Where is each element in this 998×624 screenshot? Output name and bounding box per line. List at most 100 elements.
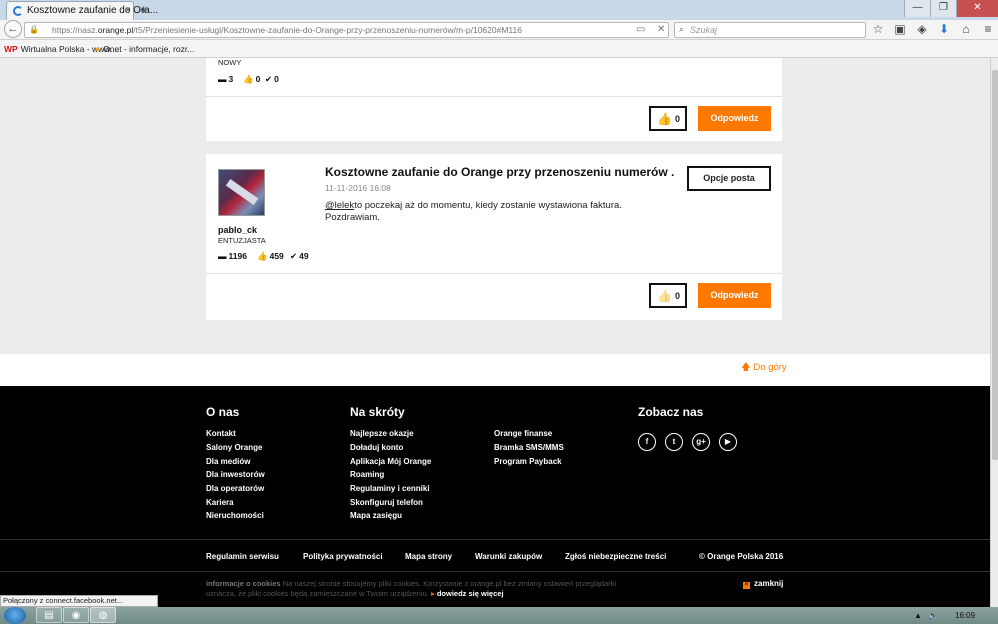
footer-link[interactable]: Aplikacja Mój Orange [350, 457, 431, 466]
legal-link[interactable]: Mapa strony [405, 552, 452, 561]
taskbar-chrome-icon[interactable]: ◉ [63, 607, 89, 623]
avatar[interactable] [218, 169, 265, 216]
tab-title: Kosztowne zaufanie do Ora... [27, 5, 159, 16]
page-scrollbar[interactable] [990, 58, 998, 607]
check-icon: ✔ [290, 251, 298, 261]
footer-divider [0, 571, 990, 572]
footer-link[interactable]: Program Payback [494, 457, 562, 466]
arrow-up-icon: 🡅 [741, 362, 751, 373]
legal-link[interactable]: Warunki zakupów [475, 552, 542, 561]
menu-icon[interactable]: ≡ [981, 22, 995, 36]
post-card-2: pablo_ck ENTUZJASTA ▬ 1196 👍 459 ✔ 49 Koszt… [206, 154, 782, 320]
downloads-icon[interactable]: ⬇ [937, 22, 951, 36]
search-bar[interactable]: ⌕ Szukaj [674, 22, 866, 38]
footer-heading-zobacz-nas: Zobacz nas [638, 405, 704, 419]
cookie-notice: informacje o cookies Na naszej stronie s… [206, 579, 616, 599]
footer-link[interactable]: Orange finanse [494, 429, 552, 438]
bookmarks-bar: WP Wirtualna Polska - www.... ● Onet - inf… [0, 40, 998, 58]
google-plus-icon[interactable]: g+ [692, 433, 710, 451]
address-bar[interactable]: 🔒 https://nasz.orange.pl/t5/Przeniesieni… [24, 22, 669, 38]
tray-arrow-icon[interactable]: ▲ [914, 611, 922, 620]
new-tab-button[interactable]: + [140, 2, 148, 17]
footer-link[interactable]: Kontakt [206, 429, 236, 438]
taskbar-firefox-icon[interactable]: ◍ [90, 607, 116, 623]
footer-link[interactable]: Doładuj konto [350, 443, 403, 452]
minimize-button[interactable]: — [904, 0, 930, 17]
user-mention-link[interactable]: @lelek [325, 200, 354, 211]
footer-link[interactable]: Regulaminy i cenniki [350, 484, 430, 493]
solutions-count: ✔ 49 [290, 251, 309, 261]
author-name[interactable]: pablo_ck [218, 225, 257, 235]
url-clear-icon[interactable]: ✕ [657, 24, 665, 35]
post-options-button[interactable]: Opcje posta [687, 166, 771, 191]
start-button[interactable] [4, 607, 26, 624]
bookmarks-menu-icon[interactable]: ▣ [893, 22, 907, 36]
back-to-top-link[interactable]: 🡅 Do góry [741, 360, 787, 376]
footer-link[interactable]: Bramka SMS/MMS [494, 443, 564, 452]
footer-link[interactable]: Kariera [206, 498, 234, 507]
taskbar-explorer-icon[interactable]: ▤ [36, 607, 62, 623]
reply-button[interactable]: Odpowiedz [698, 283, 771, 308]
post-body-line2: Pozdrawiam. [325, 212, 380, 223]
likes-count: 👍 459 [257, 251, 284, 261]
loading-icon [13, 6, 23, 16]
comment-icon: ▬ [218, 74, 227, 84]
cookie-more-link[interactable]: dowiedz się więcej [437, 589, 504, 598]
author-rank: NOWY [218, 58, 242, 67]
scrollbar-thumb[interactable] [992, 70, 998, 460]
status-bar: Połączony z connect.facebook.net... [0, 595, 158, 607]
footer-heading-na-skroty: Na skróty [350, 405, 405, 419]
cookie-title: informacje o cookies [206, 579, 281, 588]
footer-link[interactable]: Skonfiguruj telefon [350, 498, 423, 507]
post-body: @lelekto poczekaj aż do momentu, kiedy z… [325, 200, 622, 211]
kudos-button[interactable]: 👍 0 [649, 106, 687, 131]
footer-link[interactable]: Roaming [350, 470, 384, 479]
footer-link[interactable]: Dla mediów [206, 457, 250, 466]
thumb-icon: 👍 [243, 74, 254, 84]
footer-link[interactable]: Dla operatorów [206, 484, 264, 493]
browser-tab[interactable]: Kosztowne zaufanie do Ora... × [6, 1, 158, 20]
copyright: © Orange Polska 2016 [699, 552, 784, 561]
window-close-button[interactable]: ✕ [956, 0, 998, 17]
likes-count: 👍 0 [243, 74, 261, 84]
kudos-button[interactable]: 👍 0 [649, 283, 687, 308]
post-date: 11-11-2016 16:08 [325, 183, 391, 193]
bookmark-star-icon[interactable]: ☆ [871, 22, 885, 36]
footer-link[interactable]: Salony Orange [206, 443, 262, 452]
footer-link[interactable]: Dla inwestorów [206, 470, 265, 479]
reader-view-icon[interactable]: ▭ [636, 24, 645, 35]
system-tray: ▲ 🔈 16:09 [898, 607, 998, 624]
legal-link[interactable]: Polityka prywatności [303, 552, 383, 561]
footer-link[interactable]: Nieruchomości [206, 511, 264, 520]
legal-link[interactable]: Zgłoś niebezpieczne treści [565, 552, 666, 561]
footer: O nas Kontakt Salony Orange Dla mediów D… [0, 386, 990, 607]
footer-heading-o-nas: O nas [206, 405, 240, 419]
clock[interactable]: 16:09 [955, 611, 975, 620]
facebook-icon[interactable]: f [638, 433, 656, 451]
footer-divider [0, 539, 990, 540]
kudos-count: 0 [675, 114, 681, 124]
footer-link[interactable]: Mapa zasięgu [350, 511, 402, 520]
legal-link[interactable]: Regulamin serwisu [206, 552, 279, 561]
cookie-close-button[interactable]: ✕ zamknij [743, 579, 783, 589]
post-card-1: NOWY ▬ 3 👍 0 ✔ 0 👍 0 Odpowiedz [206, 58, 782, 141]
solutions-count: ✔ 0 [265, 74, 279, 84]
tab-close-icon[interactable]: × [125, 5, 131, 16]
bookmark-onet[interactable]: ● Onet - informacje, rozr... [95, 44, 194, 54]
browser-navbar: ← 🔒 https://nasz.orange.pl/t5/Przeniesie… [0, 20, 998, 40]
home-icon[interactable]: ⌂ [959, 22, 973, 36]
back-to-top-bar: 🡅 Do góry [0, 354, 990, 386]
pocket-icon[interactable]: ◈ [915, 22, 929, 36]
footer-link[interactable]: Najlepsze okazje [350, 429, 414, 438]
windows-taskbar: ▤ ◉ ◍ ▲ 🔈 16:09 [0, 607, 998, 624]
reply-button[interactable]: Odpowiedz [698, 106, 771, 131]
youtube-icon[interactable]: ▶ [719, 433, 737, 451]
maximize-button[interactable]: ❐ [930, 0, 956, 17]
back-button[interactable]: ← [4, 20, 22, 38]
twitter-icon[interactable]: t [665, 433, 683, 451]
close-icon: ✕ [743, 582, 750, 589]
onet-logo-icon: ● [95, 44, 101, 54]
volume-icon[interactable]: 🔈 [928, 611, 938, 620]
search-placeholder: Szukaj [690, 25, 718, 35]
thumb-up-icon: 👍 [657, 289, 672, 303]
